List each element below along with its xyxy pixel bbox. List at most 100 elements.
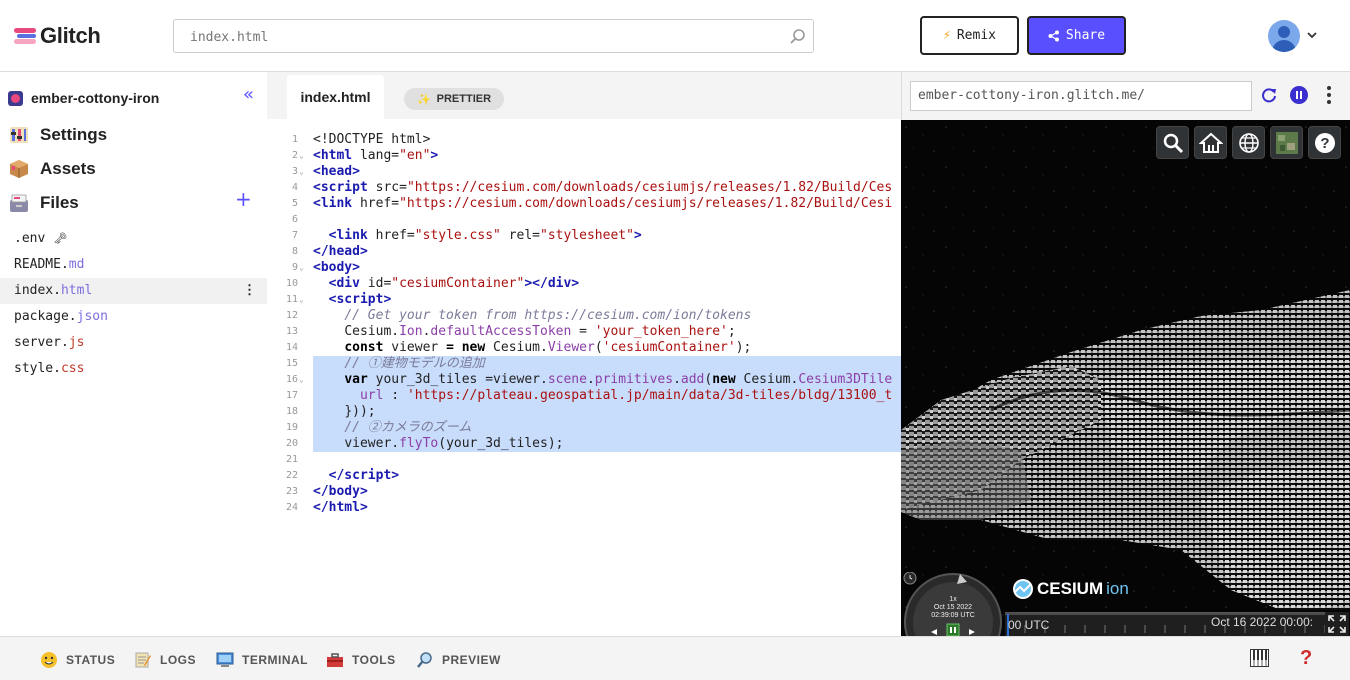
anim-speed: 1x <box>949 596 957 603</box>
code-line: 9 ⌄ <body> <box>291 260 360 275</box>
code-line: 5 <link href="https://cesium.com/download… <box>291 196 893 211</box>
collapse-sidebar-icon[interactable]: « <box>243 86 259 104</box>
home-icon <box>1199 132 1223 153</box>
file-box-icon <box>10 194 28 212</box>
logs-button[interactable]: LOGS <box>134 650 196 670</box>
top-header: Glitch ⚡ Remix Share <box>0 0 1350 72</box>
sidebar-item-label: Settings <box>40 125 108 144</box>
sidebar-item-settings[interactable]: Settings <box>8 122 107 148</box>
cesium-logo-icon <box>1013 579 1033 599</box>
key-icon: 🗝 <box>53 232 68 245</box>
timeline-end-label: Oct 16 2022 00:00: <box>1211 615 1314 629</box>
geocoder-search-button[interactable] <box>1156 126 1189 159</box>
share-label: Share <box>1065 28 1106 43</box>
anim-date: Oct 15 2022 <box>934 604 972 611</box>
terminal-label: TERMINAL <box>242 653 308 667</box>
base-layer-picker-button[interactable] <box>1270 126 1303 159</box>
remix-button[interactable]: ⚡ Remix <box>920 16 1019 55</box>
code-line: 23 </body> <box>285 484 368 499</box>
search-icon <box>1163 133 1184 154</box>
file-item-readme[interactable]: README.md <box>0 252 267 278</box>
sidebar-item-label: Files <box>40 193 79 212</box>
user-avatar[interactable] <box>1268 20 1300 52</box>
search-icon[interactable] <box>789 28 807 46</box>
share-button[interactable]: Share <box>1027 16 1126 55</box>
timeline-start-label: 00 UTC <box>1008 618 1050 632</box>
cesium-viewer[interactable]: ? CESIUM ion 1x Oct 15 2022 02:39:09 UTC… <box>901 120 1350 636</box>
glitch-fish-icon <box>14 28 36 44</box>
code-line: 10 <div id="cesiumContainer"></div> <box>285 276 580 291</box>
editor-tabbar: index.html ✨ PRETTIER <box>267 72 901 119</box>
file-options-icon[interactable]: ⋮ <box>243 278 256 304</box>
code-editor[interactable]: 1 <!DOCTYPE html> 2 ⌄ <html lang="en"> 3 ⌄ <h… <box>267 119 901 636</box>
code-line: 19 // ②カメラのズーム <box>285 420 472 435</box>
svg-text:?: ? <box>1320 135 1329 152</box>
add-file-icon[interactable]: + <box>235 189 252 209</box>
status-button[interactable]: STATUS <box>40 650 115 670</box>
project-header[interactable]: ember-cottony-iron <box>8 88 260 108</box>
tools-label: TOOLS <box>352 653 396 667</box>
animation-widget[interactable]: 1x Oct 15 2022 02:39:09 UTC <box>903 572 1003 636</box>
cesium-brand-text: CESIUM <box>1037 579 1104 598</box>
file-item-env[interactable]: .env 🗝 <box>0 226 267 252</box>
project-name: ember-cottony-iron <box>31 90 160 106</box>
code-line: 22 </script> <box>285 468 400 483</box>
cesium-ion-logo[interactable]: CESIUM ion <box>1012 576 1129 602</box>
anim-time: 02:39:09 UTC <box>931 612 975 619</box>
search-input[interactable] <box>190 27 780 47</box>
package-icon <box>10 160 28 178</box>
preview-button[interactable]: PREVIEW <box>416 650 501 670</box>
file-item-server[interactable]: server.js <box>0 330 267 356</box>
code-line: 20 viewer.flyTo(your_3d_tiles); <box>285 436 564 451</box>
code-line: 12 // Get your token from https://cesium… <box>285 308 752 323</box>
file-item-index[interactable]: index.html ⋮ <box>0 278 267 304</box>
file-item-style[interactable]: style.css <box>0 356 267 382</box>
city-3d-scene <box>901 120 1350 636</box>
fullscreen-icon[interactable] <box>1325 612 1349 636</box>
code-line: 24 </html> <box>285 500 368 515</box>
magnifier-icon <box>417 652 432 668</box>
help-icon: ? <box>1315 133 1335 153</box>
help-button[interactable]: ? <box>1308 126 1341 159</box>
status-label: STATUS <box>66 653 116 667</box>
timeline-bar[interactable]: 00 UTC Oct 16 2022 00:00: <box>1005 612 1334 636</box>
pause-icon[interactable] <box>1290 86 1308 104</box>
tools-button[interactable]: TOOLS <box>326 650 396 670</box>
globe-icon <box>1239 133 1259 153</box>
cesium-ion-text: ion <box>1106 579 1129 598</box>
scene-mode-button[interactable] <box>1232 126 1265 159</box>
keyboard-shortcuts-icon[interactable] <box>1250 649 1269 667</box>
settings-icon <box>10 127 28 143</box>
prettier-label: PRETTIER <box>436 93 492 105</box>
sidebar-item-assets[interactable]: Assets <box>8 156 96 182</box>
code-line: 4 <script src="https://cesium.com/downloa… <box>291 180 893 195</box>
logo-text: Glitch <box>40 23 101 48</box>
tab-index-html[interactable]: index.html <box>287 75 384 119</box>
sparkle-icon: ✨ <box>416 93 431 106</box>
notepad-icon <box>135 652 151 668</box>
map-layer-icon <box>1276 132 1298 154</box>
preview-label: PREVIEW <box>442 653 501 667</box>
search-box[interactable] <box>173 19 814 53</box>
file-item-package[interactable]: package.json <box>0 304 267 330</box>
sidebar: ember-cottony-iron « Settings Assets Fil… <box>0 72 267 636</box>
more-options-icon[interactable] <box>1326 86 1332 104</box>
help-icon[interactable]: ? <box>1300 647 1316 669</box>
lightning-icon: ⚡ <box>943 28 951 43</box>
toolbox-icon <box>327 653 343 667</box>
logs-label: LOGS <box>160 653 197 667</box>
glitch-logo[interactable]: Glitch <box>14 22 101 50</box>
preview-url-field[interactable]: ember-cottony-iron.glitch.me/ <box>910 81 1252 111</box>
code-line: 17 url : 'https://plateau.geospatial.jp/… <box>285 388 893 403</box>
sidebar-item-label: Assets <box>40 159 96 178</box>
terminal-button[interactable]: TERMINAL <box>216 650 308 670</box>
prettier-button[interactable]: ✨ PRETTIER <box>404 88 504 110</box>
chevron-down-icon[interactable] <box>1305 28 1319 42</box>
home-button[interactable] <box>1194 126 1227 159</box>
code-line: 14 const viewer = new Cesium.Viewer('ces… <box>285 340 752 355</box>
code-line: 8 </head> <box>291 244 368 259</box>
sidebar-item-files[interactable]: Files <box>8 190 79 216</box>
refresh-icon[interactable] <box>1260 86 1278 104</box>
code-line: 18 })); <box>285 404 376 419</box>
code-line: 7 <link href="style.css" rel="stylesheet… <box>291 228 642 243</box>
